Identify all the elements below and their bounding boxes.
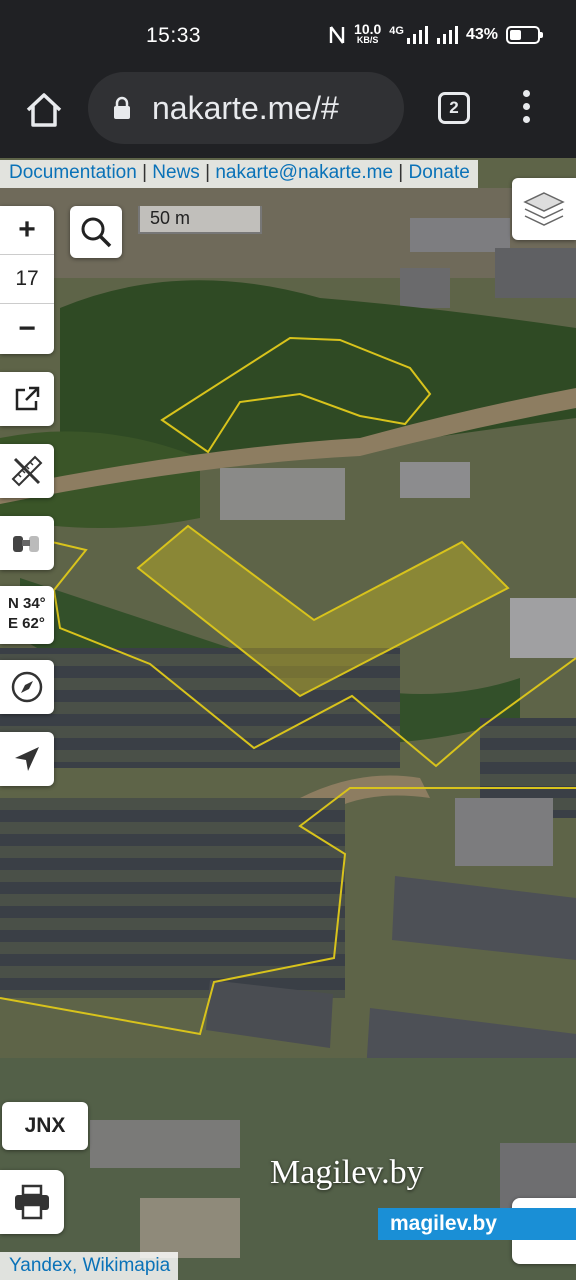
signal-icon	[436, 26, 458, 44]
bottom-attribution[interactable]: Yandex, Wikimapia	[0, 1252, 179, 1280]
network-speed-unit: KB/S	[356, 35, 379, 45]
battery-percent: 43%	[465, 26, 498, 43]
map-view[interactable]: Documentation | News | nakarte@nakarte.m…	[0, 158, 576, 1280]
donate-link[interactable]: Donate	[409, 162, 470, 183]
watermark-text: Magilev.by	[270, 1154, 424, 1191]
address-bar[interactable]: nakarte.me/#	[88, 72, 404, 144]
jnx-button[interactable]: JNX	[2, 1102, 88, 1150]
print-button[interactable]	[0, 1170, 64, 1234]
separator: |	[136, 162, 153, 183]
zoom-in-button[interactable]: +	[0, 206, 54, 255]
status-bar: 15:33 10.0 KB/S 4G 43%	[0, 0, 576, 72]
battery-icon	[506, 26, 543, 44]
search-button[interactable]	[70, 206, 122, 258]
url-text: nakarte.me/#	[152, 90, 339, 126]
status-time: 15:33	[146, 24, 202, 47]
signal-icon	[406, 26, 428, 44]
network-type: 4G	[389, 25, 404, 37]
top-attribution: Documentation | News | nakarte@nakarte.m…	[0, 160, 478, 188]
latitude-label: N 34°	[8, 595, 46, 612]
lock-icon	[114, 96, 130, 119]
status-icons: 10.0 KB/S 4G 43%	[328, 21, 543, 46]
measure-draw-button[interactable]	[0, 444, 54, 498]
binoculars-icon	[13, 536, 39, 552]
tabs-icon[interactable]: 2	[438, 92, 470, 124]
locate-arrow-icon	[15, 747, 39, 771]
brand-badge: magilev.by	[378, 1208, 576, 1240]
locate-button[interactable]	[0, 732, 54, 786]
search-icon	[81, 217, 112, 248]
coordinates-button[interactable]: N 34° E 62°	[0, 586, 54, 644]
documentation-link[interactable]: Documentation	[9, 162, 137, 183]
layers-icon	[523, 192, 565, 226]
compass-icon	[11, 671, 43, 703]
zoom-out-button[interactable]: −	[0, 304, 54, 353]
news-link[interactable]: News	[152, 162, 200, 183]
zoom-level: 17	[0, 255, 54, 304]
battery-fill	[510, 30, 522, 40]
home-icon	[26, 93, 62, 127]
network-speed-value: 10.0	[354, 21, 382, 37]
zoom-control: + 17 −	[0, 206, 54, 354]
separator: |	[393, 162, 409, 183]
overflow-menu-icon[interactable]	[516, 90, 536, 130]
layers-button[interactable]	[512, 178, 576, 240]
separator: |	[199, 162, 216, 183]
scale-bar: 50 m	[138, 206, 262, 234]
browser-toolbar: nakarte.me/# 2	[0, 72, 576, 158]
nfc-icon	[329, 26, 345, 44]
longitude-label: E 62°	[8, 615, 45, 632]
azimuth-button[interactable]	[0, 660, 54, 714]
share-link-icon	[15, 386, 40, 411]
network-speed: 10.0 KB/S	[354, 21, 382, 46]
share-link-button[interactable]	[0, 372, 54, 426]
ruler-pencil-icon	[11, 455, 43, 487]
print-icon	[15, 1184, 49, 1220]
email-link[interactable]: nakarte@nakarte.me	[215, 162, 393, 183]
panoramas-button[interactable]	[0, 516, 54, 570]
home-button[interactable]	[22, 88, 66, 132]
